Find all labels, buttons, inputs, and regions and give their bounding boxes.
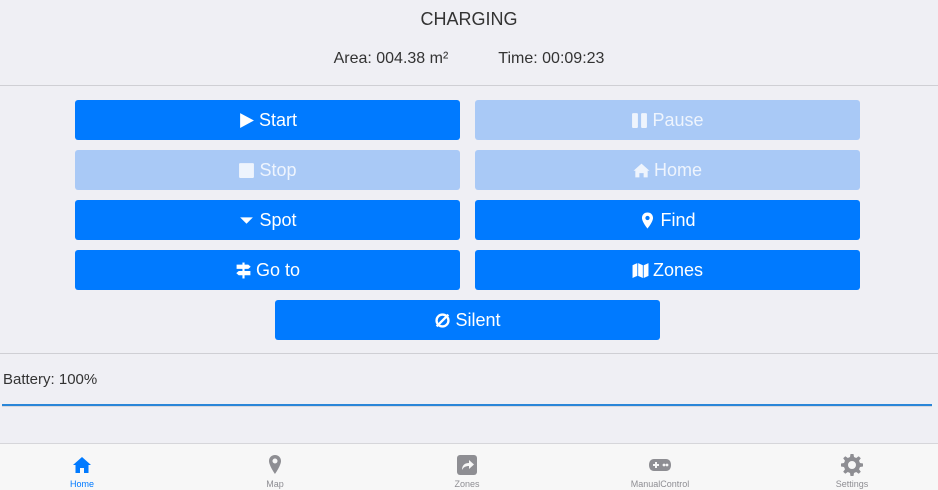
home-icon: [73, 457, 91, 473]
gamepad-icon: [649, 459, 671, 471]
start-button[interactable]: Start: [75, 100, 460, 140]
find-button-label: Find: [660, 209, 696, 230]
stop-button-label: Stop: [259, 159, 297, 180]
tab-settings[interactable]: Settings: [792, 444, 912, 490]
gear-icon: [841, 454, 863, 476]
start-button-label: Start: [258, 109, 297, 130]
home-icon: [633, 163, 650, 177]
share-square-icon: [457, 455, 477, 475]
battery-progress-fill: [2, 404, 932, 406]
area-readout: Area: 004.38 m²: [333, 50, 449, 67]
map-marker-icon: [269, 455, 281, 474]
status-title: CHARGING: [420, 9, 518, 29]
stop-icon: [239, 162, 255, 178]
header-divider: [0, 85, 938, 86]
tab-manual-control-label: ManualControl: [630, 479, 690, 489]
battery-label: Battery: 100%: [3, 371, 98, 388]
map-icon: [632, 262, 649, 278]
tab-map-label: Map: [266, 479, 284, 489]
tab-manual-control[interactable]: ManualControl: [600, 444, 720, 490]
battery-divider: [0, 353, 938, 354]
tab-home[interactable]: Home: [22, 444, 142, 490]
spot-button-label: Spot: [259, 209, 297, 230]
goto-button-label: Go to: [255, 259, 301, 280]
zones-button-label: Zones: [652, 259, 704, 280]
tab-settings-label: Settings: [835, 479, 869, 489]
home-button-label: Home: [653, 159, 702, 180]
goto-button[interactable]: Go to: [75, 250, 460, 290]
pause-icon: [632, 112, 648, 128]
play-icon: [240, 112, 254, 128]
silent-button-label: Silent: [455, 309, 501, 330]
tab-map[interactable]: Map: [215, 444, 335, 490]
stats-row: Area: 004.38 m² Time: 00:09:23: [0, 50, 938, 68]
silent-icon: [435, 312, 451, 328]
map-marker-icon: [642, 212, 654, 228]
tab-zones[interactable]: Zones: [407, 444, 527, 490]
home-button[interactable]: Home: [475, 150, 860, 190]
spot-button[interactable]: Spot: [75, 200, 460, 240]
pause-button[interactable]: Pause: [475, 100, 860, 140]
tab-bar: Home Map Zones ManualControl Settings: [0, 443, 938, 490]
pause-button-label: Pause: [652, 109, 704, 130]
tab-zones-label: Zones: [454, 479, 480, 489]
zones-button[interactable]: Zones: [475, 250, 860, 290]
tab-home-label: Home: [69, 479, 94, 489]
caret-down-icon: [240, 216, 254, 224]
find-button[interactable]: Find: [475, 200, 860, 240]
time-readout: Time: 00:09:23: [498, 50, 605, 67]
battery-progress-bar: [2, 404, 932, 407]
signpost-icon: [236, 262, 251, 278]
silent-button[interactable]: Silent: [275, 300, 660, 340]
stop-button[interactable]: Stop: [75, 150, 460, 190]
